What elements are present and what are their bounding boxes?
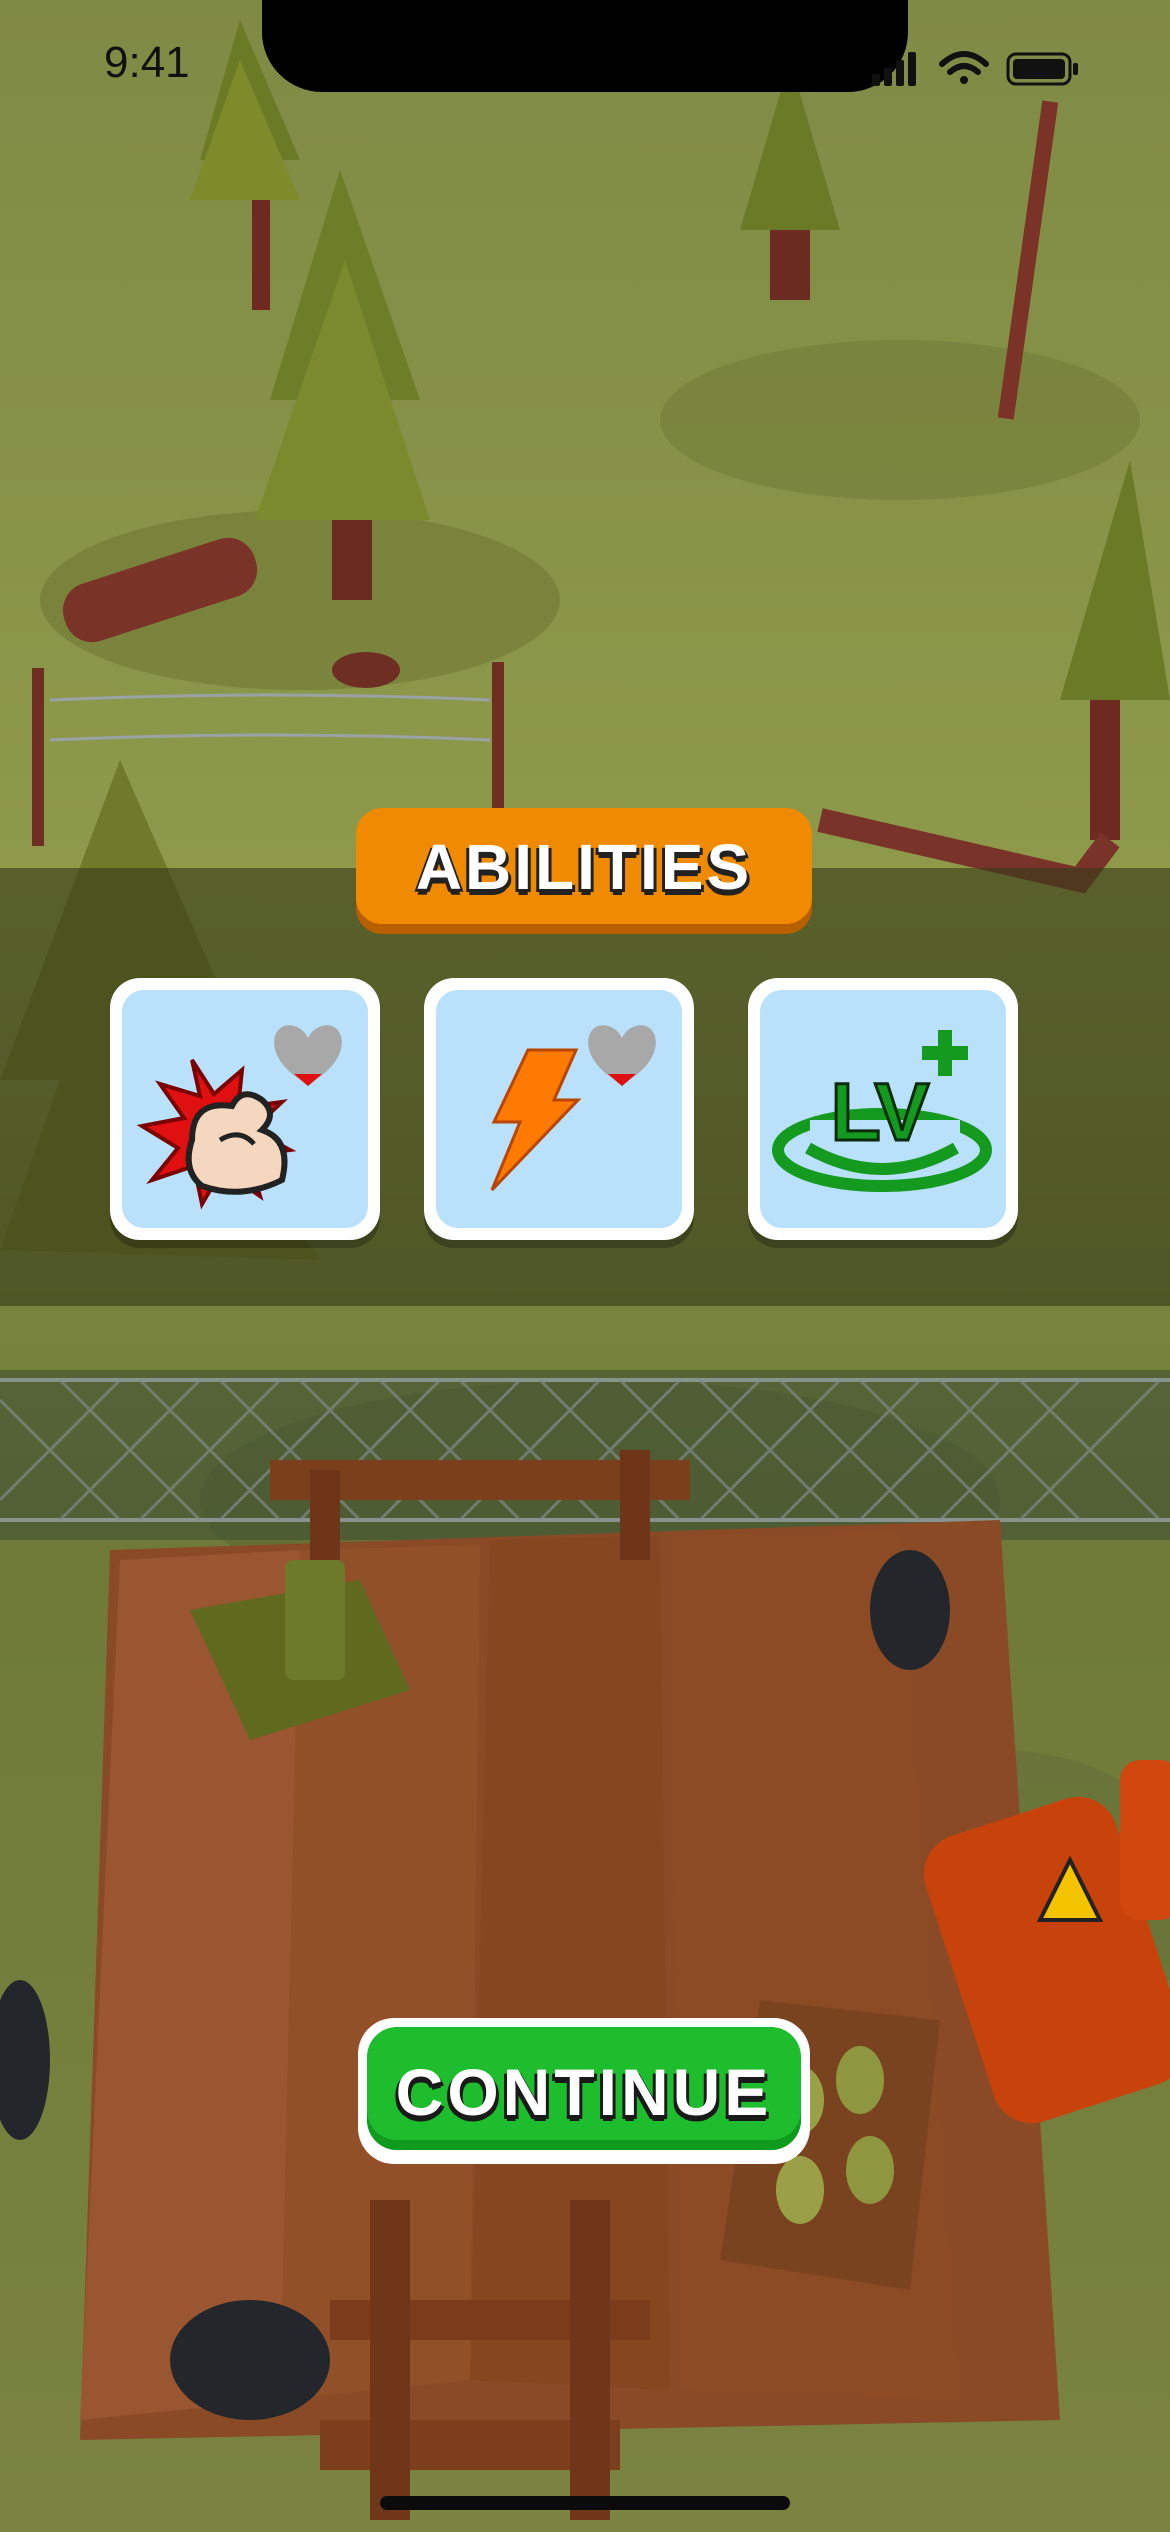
level-up-icon: LV (772, 1030, 992, 1192)
home-indicator (380, 2496, 790, 2510)
continue-button-label: CONTINUE (395, 2055, 773, 2129)
level-text: LV (831, 1067, 930, 1158)
wifi-icon (939, 51, 989, 84)
ability-card-speed[interactable] (424, 978, 694, 1240)
abilities-title: ABILITIES (415, 831, 753, 903)
device-notch (262, 0, 908, 92)
status-time: 9:41 (104, 38, 190, 87)
status-icons (872, 51, 1078, 86)
continue-button[interactable]: CONTINUE (358, 2018, 810, 2164)
battery-icon (1006, 52, 1078, 86)
ability-card-strength[interactable] (110, 978, 380, 1240)
heart-icon (588, 1025, 656, 1086)
abilities-title-banner: ABILITIES (356, 808, 812, 924)
heart-icon (274, 1025, 342, 1086)
wooden-cart (0, 1450, 1060, 2520)
ability-card-level-up[interactable]: LV (748, 978, 1018, 1240)
status-bar: 9:41 (0, 0, 1170, 100)
cellular-signal-icon (872, 52, 916, 86)
